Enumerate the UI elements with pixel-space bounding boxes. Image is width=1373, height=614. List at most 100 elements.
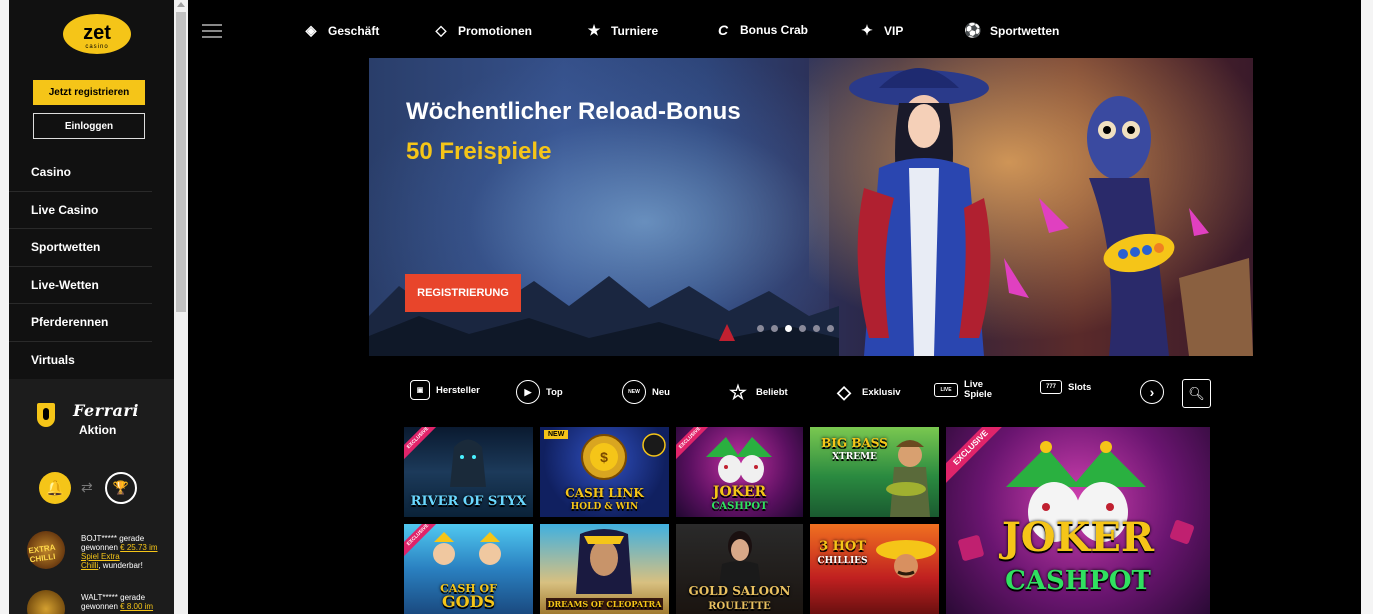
topnav-item-geschaeft[interactable]: ◈ Geschäft xyxy=(302,22,380,39)
ferrari-promo-label: Aktion xyxy=(79,423,117,437)
winner-amount-link[interactable]: € 25.73 im xyxy=(120,543,157,552)
sidebar-item-casino[interactable]: Casino xyxy=(9,154,152,192)
game-tile-river-of-styx[interactable]: EXCLUSIVE RIVER OF STYX xyxy=(404,427,533,517)
banner-witch-illustration xyxy=(809,58,1253,356)
sidebar-scrollbar[interactable] xyxy=(174,0,188,614)
topnav-item-turniere[interactable]: ★ Turniere xyxy=(585,22,658,39)
star-trophy-icon: ★ xyxy=(587,22,601,38)
carousel-dot-active[interactable] xyxy=(785,325,792,332)
sidebar-item-live-wetten[interactable]: Live-Wetten xyxy=(9,267,152,304)
game-tile-title: BIG BASS XTREME xyxy=(821,436,888,462)
winner-feed-item[interactable]: EXTRA CHILLI BOJT***** gerade gewonnen €… xyxy=(23,531,173,571)
category-more[interactable]: › xyxy=(1140,380,1164,404)
category-label-line2: Spiele xyxy=(964,389,992,400)
game-tile-title: JOKER CASHPOT xyxy=(711,484,768,512)
game-tile-title: CASH OF GODS xyxy=(440,582,497,611)
category-live-spiele[interactable]: LIVE Live Spiele xyxy=(934,380,992,400)
topnav-item-bonus-crab[interactable]: C Bonus Crab xyxy=(714,22,808,38)
sidebar-item-pferderennen[interactable]: Pferderennen xyxy=(9,304,152,342)
gem-icon: ◇ xyxy=(435,22,447,38)
topnav-item-vip[interactable]: ✦ VIP xyxy=(858,22,903,39)
game-tile-dreams-of-cleopatra[interactable]: DREAMS OF CLEOPATRA xyxy=(540,524,669,614)
topnav-label: Promotionen xyxy=(458,23,532,38)
category-label: Hersteller xyxy=(436,384,480,396)
refresh-icon[interactable]: ⇄ xyxy=(81,479,93,496)
topnav-label: Turniere xyxy=(611,23,659,38)
game-tile-3-hot-chillies[interactable]: 3 HOT CHILLIES xyxy=(810,524,939,614)
winner-line1: WALT***** gerade xyxy=(81,593,146,602)
game-tile-big-bass-xtreme[interactable]: BIG BASS XTREME xyxy=(810,427,939,517)
sparkle-icon: ✦ xyxy=(861,22,873,38)
game-tile-joker-cashpot-large[interactable]: EXCLUSIVE JOKER CASHPOT xyxy=(946,427,1210,614)
topnav-label: VIP xyxy=(884,23,904,38)
carousel-dot[interactable] xyxy=(813,325,820,332)
winner-line1: BOJT***** gerade xyxy=(81,534,145,543)
live-icon: LIVE xyxy=(934,383,958,397)
logo-subtext: casino xyxy=(85,44,108,50)
diamond-tag-icon: ◈ xyxy=(305,22,317,38)
top-nav: ◈ Geschäft ◇ Promotionen ★ Turniere C Bonus … xyxy=(188,0,1361,58)
winner-prefix: gewonnen xyxy=(81,602,121,611)
sidebar-header: zet casino Jetzt registrieren Einloggen xyxy=(9,0,174,154)
category-label: Slots xyxy=(1068,381,1092,393)
carousel-dot[interactable] xyxy=(827,325,834,332)
bell-icon[interactable]: 🔔 xyxy=(39,472,71,504)
trophy-icon[interactable]: 🏆 xyxy=(105,472,137,504)
carousel-dot[interactable] xyxy=(799,325,806,332)
game-tile-gold-saloon-roulette[interactable]: GOLD SALOON ROULETTE xyxy=(676,524,803,614)
winner-text: WALT***** gerade gewonnen € 8.00 im xyxy=(81,593,153,611)
ferrari-promo[interactable]: Ferrari Aktion xyxy=(9,381,174,451)
winner-feed-item[interactable]: WALT***** gerade gewonnen € 8.00 im xyxy=(23,590,173,614)
scroll-up-arrow-icon[interactable] xyxy=(177,2,185,7)
game-tile-title: DREAMS OF CLEOPATRA xyxy=(546,598,663,610)
logo-text: zet xyxy=(83,22,111,44)
winner-game-thumb: EXTRA CHILLI xyxy=(27,531,65,569)
topnav-label: Geschäft xyxy=(328,23,380,38)
category-label: Neu xyxy=(652,386,670,398)
game-category-bar: ▣ Hersteller ▶ Top NEW Neu ☆ Beliebt ◇ Exklus… xyxy=(404,374,1220,414)
login-button[interactable]: Einloggen xyxy=(33,113,145,139)
banner-carousel-dots xyxy=(757,325,834,332)
category-hersteller[interactable]: ▣ Hersteller xyxy=(410,380,480,400)
register-button[interactable]: Jetzt registrieren xyxy=(33,80,145,105)
category-top[interactable]: ▶ Top xyxy=(516,380,563,404)
sidebar-item-sportwetten[interactable]: Sportwetten xyxy=(9,229,152,267)
sidebar-item-live-casino[interactable]: Live Casino xyxy=(9,192,152,229)
search-icon: 🔍︎ xyxy=(1188,385,1205,401)
window-right-edge xyxy=(1361,0,1373,614)
banner-register-button[interactable]: REGISTRIERUNG xyxy=(405,274,521,312)
slots-icon: 777 xyxy=(1040,380,1062,394)
topnav-item-promotionen[interactable]: ◇ Promotionen xyxy=(432,22,532,39)
promo-banner[interactable]: Wöchentlicher Reload-Bonus 50 Freispiele… xyxy=(369,58,1253,356)
game-tile-title: GOLD SALOON ROULETTE xyxy=(688,584,791,612)
ferrari-shield-icon xyxy=(37,403,55,427)
winner-amount-link[interactable]: € 8.00 im xyxy=(120,602,153,611)
category-exklusiv[interactable]: ◇ Exklusiv xyxy=(832,380,901,404)
winner-game-link-2[interactable]: Chilli xyxy=(81,561,98,570)
category-slots[interactable]: 777 Slots xyxy=(1040,380,1091,394)
carousel-dot[interactable] xyxy=(771,325,778,332)
star-icon: ☆ xyxy=(729,381,747,404)
winner-suffix: , wunderbar! xyxy=(98,561,143,570)
category-neu[interactable]: NEW Neu xyxy=(622,380,670,404)
category-beliebt[interactable]: ☆ Beliebt xyxy=(726,380,788,404)
game-tile-cash-link[interactable]: $ NEW CASH LINK HOLD & WIN xyxy=(540,427,669,517)
topnav-label: Bonus Crab xyxy=(740,23,809,37)
sidebar-item-virtuals[interactable]: Virtuals xyxy=(9,342,152,380)
banner-title: Wöchentlicher Reload-Bonus xyxy=(406,98,741,125)
winner-thumb-text: EXTRA CHILLI xyxy=(27,542,56,565)
carousel-dot[interactable] xyxy=(757,325,764,332)
game-tile-joker-cashpot-small[interactable]: EXCLUSIVE JOKER CASHPOT xyxy=(676,427,803,517)
hamburger-menu-icon[interactable] xyxy=(202,24,222,38)
winner-game-link[interactable]: Spiel Extra xyxy=(81,552,120,561)
zet-casino-logo[interactable]: zet casino xyxy=(61,12,133,56)
game-search-button[interactable]: 🔍︎ xyxy=(1182,379,1211,408)
topnav-label: Sportwetten xyxy=(990,23,1060,38)
play-icon: ▶ xyxy=(516,380,540,404)
game-tile-cash-of-gods[interactable]: EXCLUSIVE CASH OF GODS xyxy=(404,524,533,614)
providers-icon: ▣ xyxy=(410,380,430,400)
topnav-item-sportwetten[interactable]: ⚽ Sportwetten xyxy=(964,22,1059,39)
category-label: Exklusiv xyxy=(862,386,901,398)
scrollbar-thumb[interactable] xyxy=(176,12,186,312)
winner-prefix: gewonnen xyxy=(81,543,121,552)
